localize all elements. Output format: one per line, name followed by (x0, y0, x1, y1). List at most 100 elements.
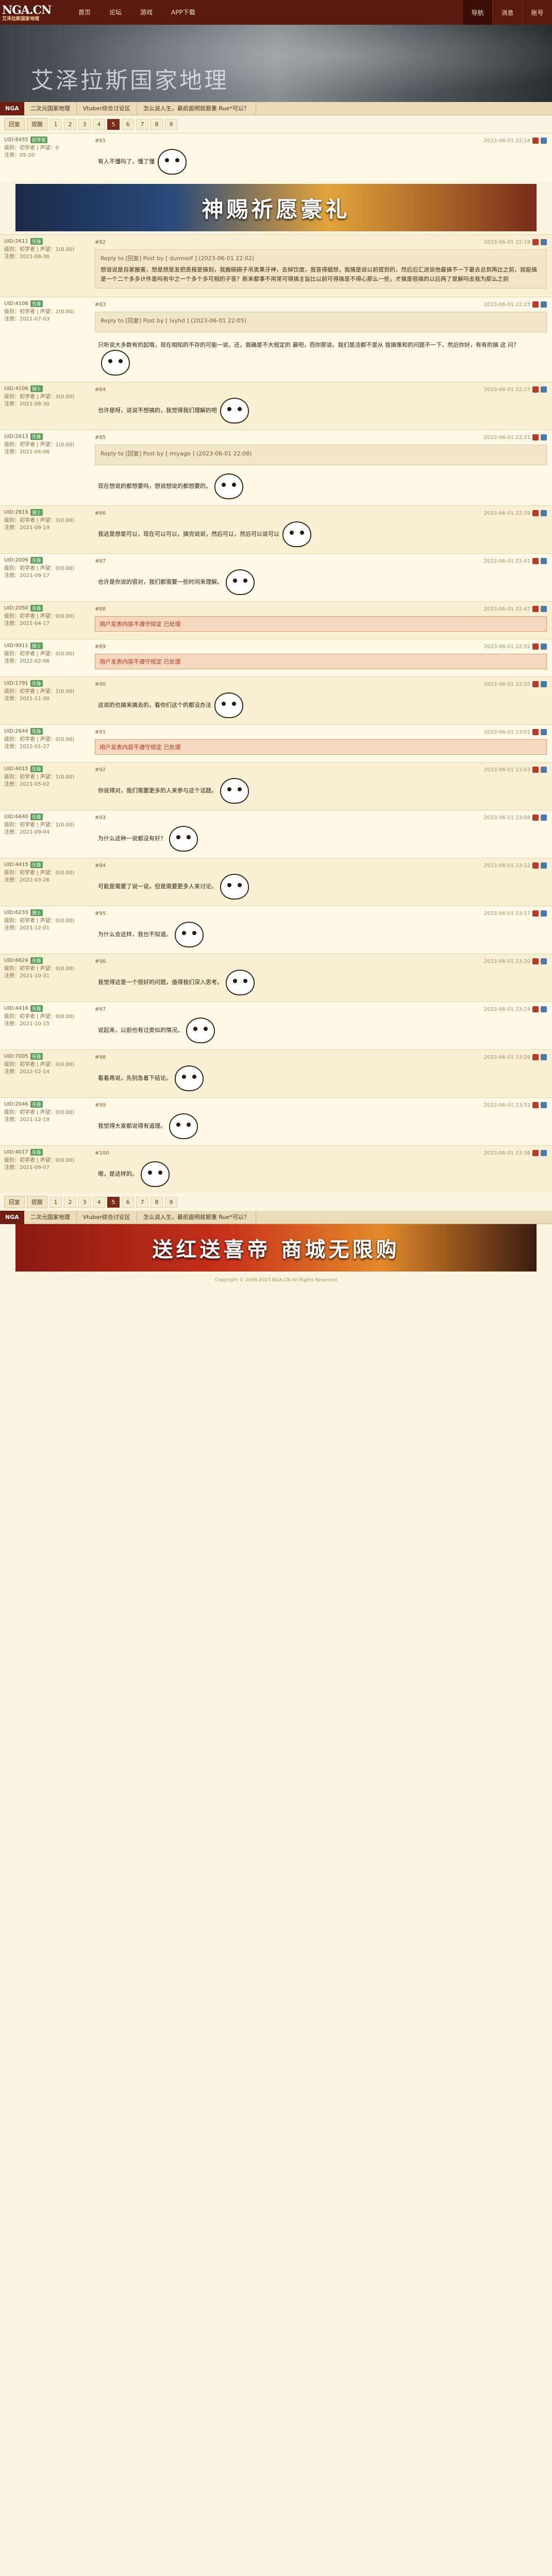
author-uid[interactable]: UID:2050 (4, 605, 28, 611)
reply-button[interactable]: 回复 (4, 118, 25, 130)
reply-icon[interactable] (532, 815, 539, 821)
reply-icon[interactable] (532, 862, 539, 869)
more-options-icon[interactable] (541, 606, 547, 612)
author-uid[interactable]: UID:2611 (4, 239, 28, 244)
page-link[interactable]: 9 (165, 118, 177, 130)
more-options-icon[interactable] (541, 1054, 547, 1060)
breadcrumb-item[interactable]: Vtuber综合讨论区 (77, 1210, 137, 1224)
page-link[interactable]: 9 (165, 1196, 177, 1208)
author-uid[interactable]: UID:6640 (4, 814, 28, 820)
more-options-icon[interactable] (541, 862, 547, 869)
more-options-icon[interactable] (541, 815, 547, 821)
page-link-current[interactable]: 5 (107, 1196, 120, 1208)
page-link[interactable]: 8 (150, 118, 163, 130)
author-uid[interactable]: UID:6233 (4, 910, 28, 916)
post-floor[interactable]: #86 (95, 511, 106, 516)
post-floor[interactable]: #89 (95, 644, 106, 650)
post-floor[interactable]: #100 (95, 1150, 109, 1156)
post-floor[interactable]: #91 (95, 730, 106, 735)
more-options-icon[interactable] (541, 239, 547, 245)
page-link[interactable]: 7 (136, 118, 148, 130)
reply-icon[interactable] (532, 681, 539, 687)
post-floor[interactable]: #95 (95, 911, 106, 917)
author-uid[interactable]: UID:2613 (4, 434, 28, 439)
page-link[interactable]: 4 (93, 1196, 105, 1208)
post-floor[interactable]: #98 (95, 1055, 106, 1060)
page-link[interactable]: 3 (78, 1196, 91, 1208)
author-uid[interactable]: UID:2046 (4, 1101, 28, 1107)
nav-item[interactable]: APP下载 (162, 0, 205, 25)
more-options-icon[interactable] (541, 681, 547, 687)
reply-icon[interactable] (532, 510, 539, 516)
reply-icon[interactable] (532, 138, 539, 144)
post-floor[interactable]: #82 (95, 240, 106, 245)
nav-item[interactable]: 论坛 (100, 0, 131, 25)
inline-ad-banner[interactable]: 神赐祈愿豪礼 (15, 184, 537, 231)
nav-item[interactable]: 首页 (69, 0, 100, 25)
more-options-icon[interactable] (541, 1006, 547, 1012)
more-options-icon[interactable] (541, 910, 547, 917)
author-uid[interactable]: UID:4017 (4, 1149, 28, 1155)
more-options-icon[interactable] (541, 434, 547, 440)
page-link[interactable]: 7 (136, 1196, 148, 1208)
page-link-current[interactable]: 5 (107, 118, 120, 130)
remind-button[interactable]: 提醒 (27, 1196, 47, 1208)
reply-button[interactable]: 回复 (4, 1196, 25, 1208)
more-options-icon[interactable] (541, 558, 547, 564)
more-options-icon[interactable] (541, 301, 547, 308)
bottom-ad-banner[interactable]: 送红送喜帝 商城无限购 (15, 1224, 537, 1272)
account-button[interactable]: 账号 (522, 0, 552, 25)
breadcrumb-home[interactable]: NGA (0, 1210, 24, 1224)
post-floor[interactable]: #81 (95, 138, 106, 144)
reply-icon[interactable] (532, 643, 539, 650)
author-uid[interactable]: UID:2644 (4, 728, 28, 734)
reply-icon[interactable] (532, 1102, 539, 1108)
nav-guide-button[interactable]: 导航 (462, 0, 492, 25)
breadcrumb-item[interactable]: 怎么说人生，最前面明就狠重 Rue*可以？ (137, 101, 256, 115)
post-floor[interactable]: #90 (95, 682, 106, 687)
post-floor[interactable]: #83 (95, 302, 106, 308)
breadcrumb-item[interactable]: 二次元国家地理 (24, 1210, 77, 1224)
page-link[interactable]: 1 (49, 1196, 62, 1208)
more-options-icon[interactable] (541, 729, 547, 735)
post-floor[interactable]: #84 (95, 387, 106, 393)
page-link[interactable]: 8 (150, 1196, 163, 1208)
reply-icon[interactable] (532, 386, 539, 393)
breadcrumb-item[interactable]: 二次元国家地理 (24, 101, 77, 115)
page-link[interactable]: 6 (122, 118, 134, 130)
reply-icon[interactable] (532, 301, 539, 308)
breadcrumb-item[interactable]: Vtuber综合讨论区 (77, 101, 137, 115)
more-options-icon[interactable] (541, 510, 547, 516)
reply-icon[interactable] (532, 558, 539, 564)
page-link[interactable]: 6 (122, 1196, 134, 1208)
page-link[interactable]: 2 (64, 118, 76, 130)
author-uid[interactable]: UID:2009 (4, 557, 28, 563)
author-uid[interactable]: UID:1791 (4, 681, 28, 686)
reply-icon[interactable] (532, 434, 539, 440)
reply-icon[interactable] (532, 239, 539, 245)
more-options-icon[interactable] (541, 386, 547, 393)
post-floor[interactable]: #93 (95, 815, 106, 821)
remind-button[interactable]: 提醒 (27, 118, 47, 130)
more-options-icon[interactable] (541, 1102, 547, 1108)
reply-icon[interactable] (532, 606, 539, 612)
messages-button[interactable]: 消息 (492, 0, 522, 25)
post-floor[interactable]: #92 (95, 767, 106, 773)
author-uid[interactable]: UID:7005 (4, 1054, 28, 1059)
post-floor[interactable]: #87 (95, 558, 106, 564)
more-options-icon[interactable] (541, 1150, 547, 1156)
breadcrumb-item[interactable]: 怎么说人生，最前面明就狠重 Rue*可以？ (137, 1210, 256, 1224)
author-uid[interactable]: UID:4108 (4, 301, 28, 307)
page-link[interactable]: 4 (93, 118, 105, 130)
reply-icon[interactable] (532, 910, 539, 917)
post-floor[interactable]: #94 (95, 863, 106, 869)
author-uid[interactable]: UID:4015 (4, 766, 28, 772)
site-logo[interactable]: NGA.CN 艾泽拉斯国家地理 (2, 0, 59, 25)
more-options-icon[interactable] (541, 643, 547, 650)
reply-icon[interactable] (532, 1054, 539, 1060)
author-uid[interactable]: UID:4415 (4, 862, 28, 868)
post-floor[interactable]: #88 (95, 606, 106, 612)
post-floor[interactable]: #85 (95, 435, 106, 440)
author-uid[interactable]: UID:9911 (4, 643, 28, 649)
breadcrumb-home[interactable]: NGA (0, 101, 24, 115)
